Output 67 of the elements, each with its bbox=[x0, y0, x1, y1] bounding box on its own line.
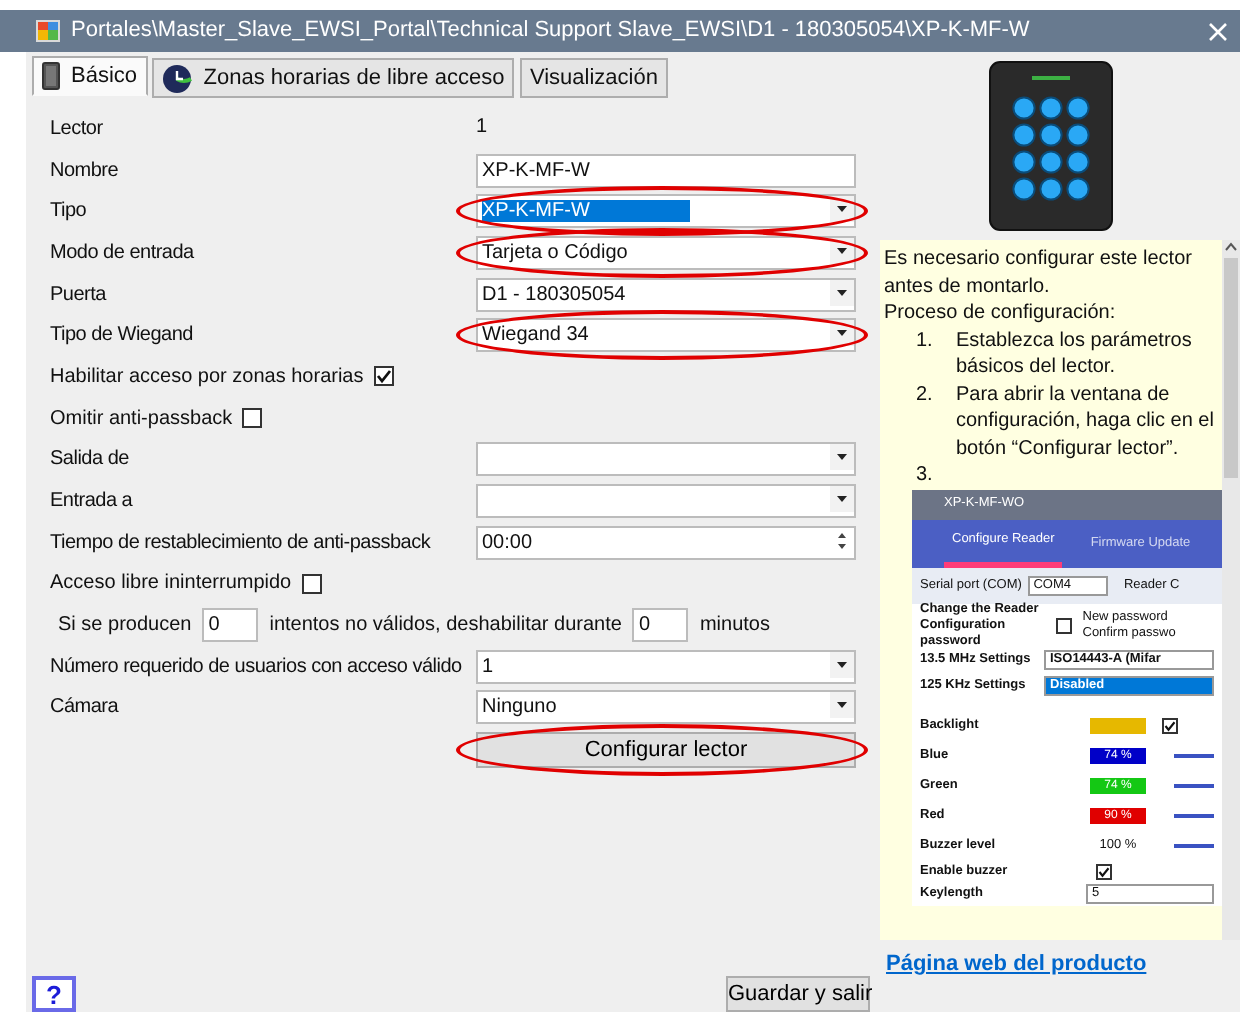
text-field[interactable]: XP-K-MF-W bbox=[476, 153, 856, 188]
field-label: Modo de entrada bbox=[50, 239, 196, 268]
field-label: Omitir anti-passback bbox=[50, 405, 233, 434]
field-label: Nombre bbox=[50, 157, 121, 186]
caret-icon[interactable] bbox=[830, 279, 854, 306]
caret-icon[interactable] bbox=[830, 320, 854, 347]
spin-field[interactable]: 00:00 bbox=[476, 525, 856, 560]
field-label: Si se producen bbox=[58, 612, 192, 641]
clock-icon bbox=[162, 63, 193, 93]
field-label: Tipo de Wiegand bbox=[50, 322, 195, 351]
close-icon[interactable] bbox=[1208, 21, 1228, 41]
field-label: Tiempo de restablecimiento de anti-passback bbox=[50, 529, 433, 558]
field-label: Acceso libre ininterrumpido bbox=[50, 570, 292, 599]
checkbox[interactable] bbox=[1096, 863, 1112, 879]
reader-icon bbox=[42, 62, 60, 90]
field-label: minutos bbox=[699, 612, 770, 641]
checkbox[interactable] bbox=[242, 408, 263, 429]
help-button[interactable]: ? bbox=[32, 976, 76, 1012]
step-text: Establezca los parámetros básicos del lector. bbox=[956, 327, 1194, 381]
window-icon bbox=[36, 20, 60, 42]
dropdown-field[interactable]: D1 - 180305054 bbox=[476, 277, 856, 312]
dropdown-field[interactable]: Wiegand 34 bbox=[476, 318, 856, 353]
step-number: 2. bbox=[916, 381, 935, 409]
checkbox[interactable] bbox=[1055, 617, 1072, 633]
field-label: Entrada a bbox=[50, 488, 135, 517]
dropdown-field[interactable]: XP-K-MF-W bbox=[476, 194, 856, 229]
tab[interactable]: Zonas horarias de libre acceso bbox=[152, 58, 515, 98]
scrollbar[interactable] bbox=[1222, 240, 1240, 940]
dropdown-field[interactable]: Ninguno bbox=[476, 690, 856, 725]
field-label: Lector bbox=[50, 115, 105, 144]
field-label: Cámara bbox=[50, 694, 121, 723]
tab[interactable]: Visualización bbox=[519, 58, 668, 98]
dropdown-field[interactable]: 1 bbox=[476, 649, 856, 684]
configure-button[interactable]: Configurar lector bbox=[476, 732, 856, 769]
field-value: 1 bbox=[476, 115, 488, 138]
caret-icon[interactable] bbox=[830, 444, 854, 471]
field-label: intentos no válidos, deshabilitar durante bbox=[269, 612, 622, 641]
step-text: Para abrir la ventana de configuración, haga clic en el botón “Configurar lector”. bbox=[956, 381, 1216, 462]
dropdown-field[interactable]: Tarjeta o Código bbox=[476, 235, 856, 270]
caret-icon[interactable] bbox=[830, 486, 854, 513]
tab[interactable]: Básico bbox=[32, 56, 148, 96]
help-heading: Proceso de configuración: bbox=[884, 300, 1118, 327]
save-button[interactable]: Guardar y salir bbox=[726, 976, 870, 1012]
checkbox[interactable] bbox=[373, 366, 394, 387]
number-field[interactable]: 0 bbox=[632, 608, 689, 643]
step-number: 1. bbox=[916, 327, 935, 355]
help-text: Es necesario configurar este lector antes de montarlo. bbox=[884, 246, 1194, 300]
caret-icon[interactable] bbox=[830, 651, 854, 678]
checkbox[interactable] bbox=[1162, 718, 1178, 734]
field-label: Puerta bbox=[50, 281, 109, 310]
checkbox[interactable] bbox=[301, 573, 322, 594]
scrollbar-thumb[interactable] bbox=[1224, 258, 1238, 478]
caret-icon[interactable] bbox=[830, 196, 854, 223]
scroll-up-icon[interactable] bbox=[1224, 240, 1238, 254]
window-title: Portales\Master_Slave_EWSI_Portal\Technical Support Slave_EWSI\D1 - 180305054\XP-K-MF-W bbox=[71, 16, 1030, 47]
caret-icon[interactable] bbox=[830, 692, 854, 719]
dropdown-field[interactable] bbox=[476, 484, 856, 519]
step-number: 3. bbox=[916, 462, 935, 489]
caret-icon[interactable] bbox=[830, 237, 854, 264]
dropdown-field[interactable] bbox=[476, 442, 856, 477]
color-swatch[interactable] bbox=[1090, 718, 1146, 734]
field-label: Tipo bbox=[50, 198, 89, 227]
product-link[interactable]: Página web del producto bbox=[886, 952, 1147, 976]
field-label: Salida de bbox=[50, 446, 131, 475]
field-label: Número requerido de usuarios con acceso válido bbox=[50, 653, 464, 682]
field-label: Habilitar acceso por zonas horarias bbox=[50, 363, 364, 392]
number-field[interactable]: 0 bbox=[202, 608, 259, 643]
